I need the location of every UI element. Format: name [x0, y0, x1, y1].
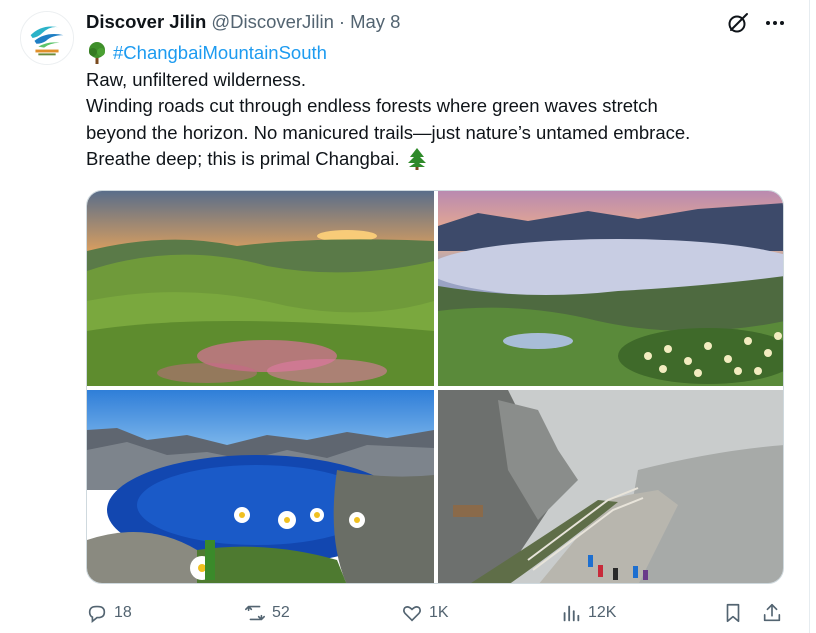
deciduous-tree-emoji — [86, 41, 108, 65]
author-name[interactable]: Discover Jilin — [86, 11, 206, 33]
author-handle[interactable]: @DiscoverJilin — [211, 11, 334, 33]
hashtag-line: #ChangbaiMountainSouth — [86, 40, 786, 67]
hashtag-link[interactable]: #ChangbaiMountainSouth — [113, 40, 327, 67]
photo-sunset-meadow[interactable] — [87, 191, 434, 386]
separator-dot: · — [338, 11, 346, 32]
evergreen-tree-emoji — [406, 147, 428, 171]
repost-button[interactable]: 52 — [244, 598, 290, 628]
photo-crater-lake-flowers[interactable] — [438, 191, 783, 386]
tweet-text: #ChangbaiMountainSouth Raw, unfiltered w… — [86, 40, 786, 173]
heart-icon — [403, 606, 421, 622]
action-bar: 18 52 1K 12K — [86, 598, 786, 628]
tweet-date[interactable]: May 8 — [350, 11, 400, 33]
views-button[interactable]: 12K — [560, 598, 616, 628]
more-icon[interactable] — [762, 10, 788, 36]
like-count: 1K — [429, 604, 449, 621]
text-line: Raw, unfiltered wilderness. — [86, 68, 307, 90]
views-icon — [563, 605, 580, 622]
tweet-header: Discover Jilin @DiscoverJilin · May 8 — [86, 11, 400, 33]
like-button[interactable]: 1K — [401, 598, 449, 628]
share-icon — [763, 603, 781, 622]
share-button[interactable] — [761, 598, 783, 628]
bookmark-button[interactable] — [722, 598, 744, 628]
views-count: 12K — [588, 604, 617, 621]
repost-icon — [245, 605, 265, 621]
text-line: Winding roads cut through endless forest… — [86, 95, 658, 116]
media-grid — [86, 190, 784, 584]
photo-misty-trail[interactable] — [438, 390, 783, 583]
text-line-with-emoji: Breathe deep; this is primal Changbai. — [86, 146, 786, 173]
repost-count: 52 — [272, 604, 290, 621]
text-line: beyond the horizon. No manicured trails—… — [86, 121, 691, 143]
reply-icon — [88, 605, 106, 623]
grok-icon[interactable] — [725, 10, 751, 36]
reply-count: 18 — [114, 604, 132, 621]
bookmark-icon — [726, 603, 740, 623]
text-line: Breathe deep; this is primal Changbai. — [86, 148, 400, 169]
avatar[interactable] — [20, 11, 74, 65]
reply-button[interactable]: 18 — [86, 598, 132, 628]
photo-blue-heaven-lake[interactable] — [87, 390, 434, 583]
column-border — [809, 0, 810, 633]
